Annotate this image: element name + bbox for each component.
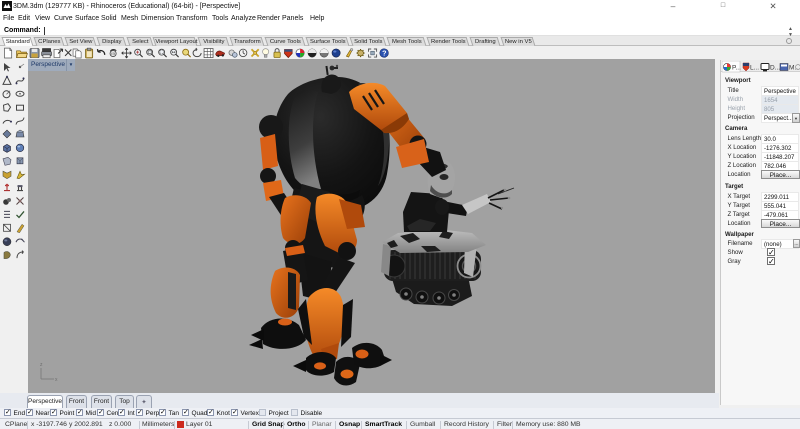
svg-text:L...: L... [750,65,759,72]
svg-text:?: ? [382,49,386,58]
svg-text:P...: P... [732,65,741,72]
svg-text:z: z [40,362,43,368]
svg-text:x: x [55,377,58,383]
svg-text:D...: D... [770,65,780,72]
svg-text:M..: M.. [789,65,798,72]
